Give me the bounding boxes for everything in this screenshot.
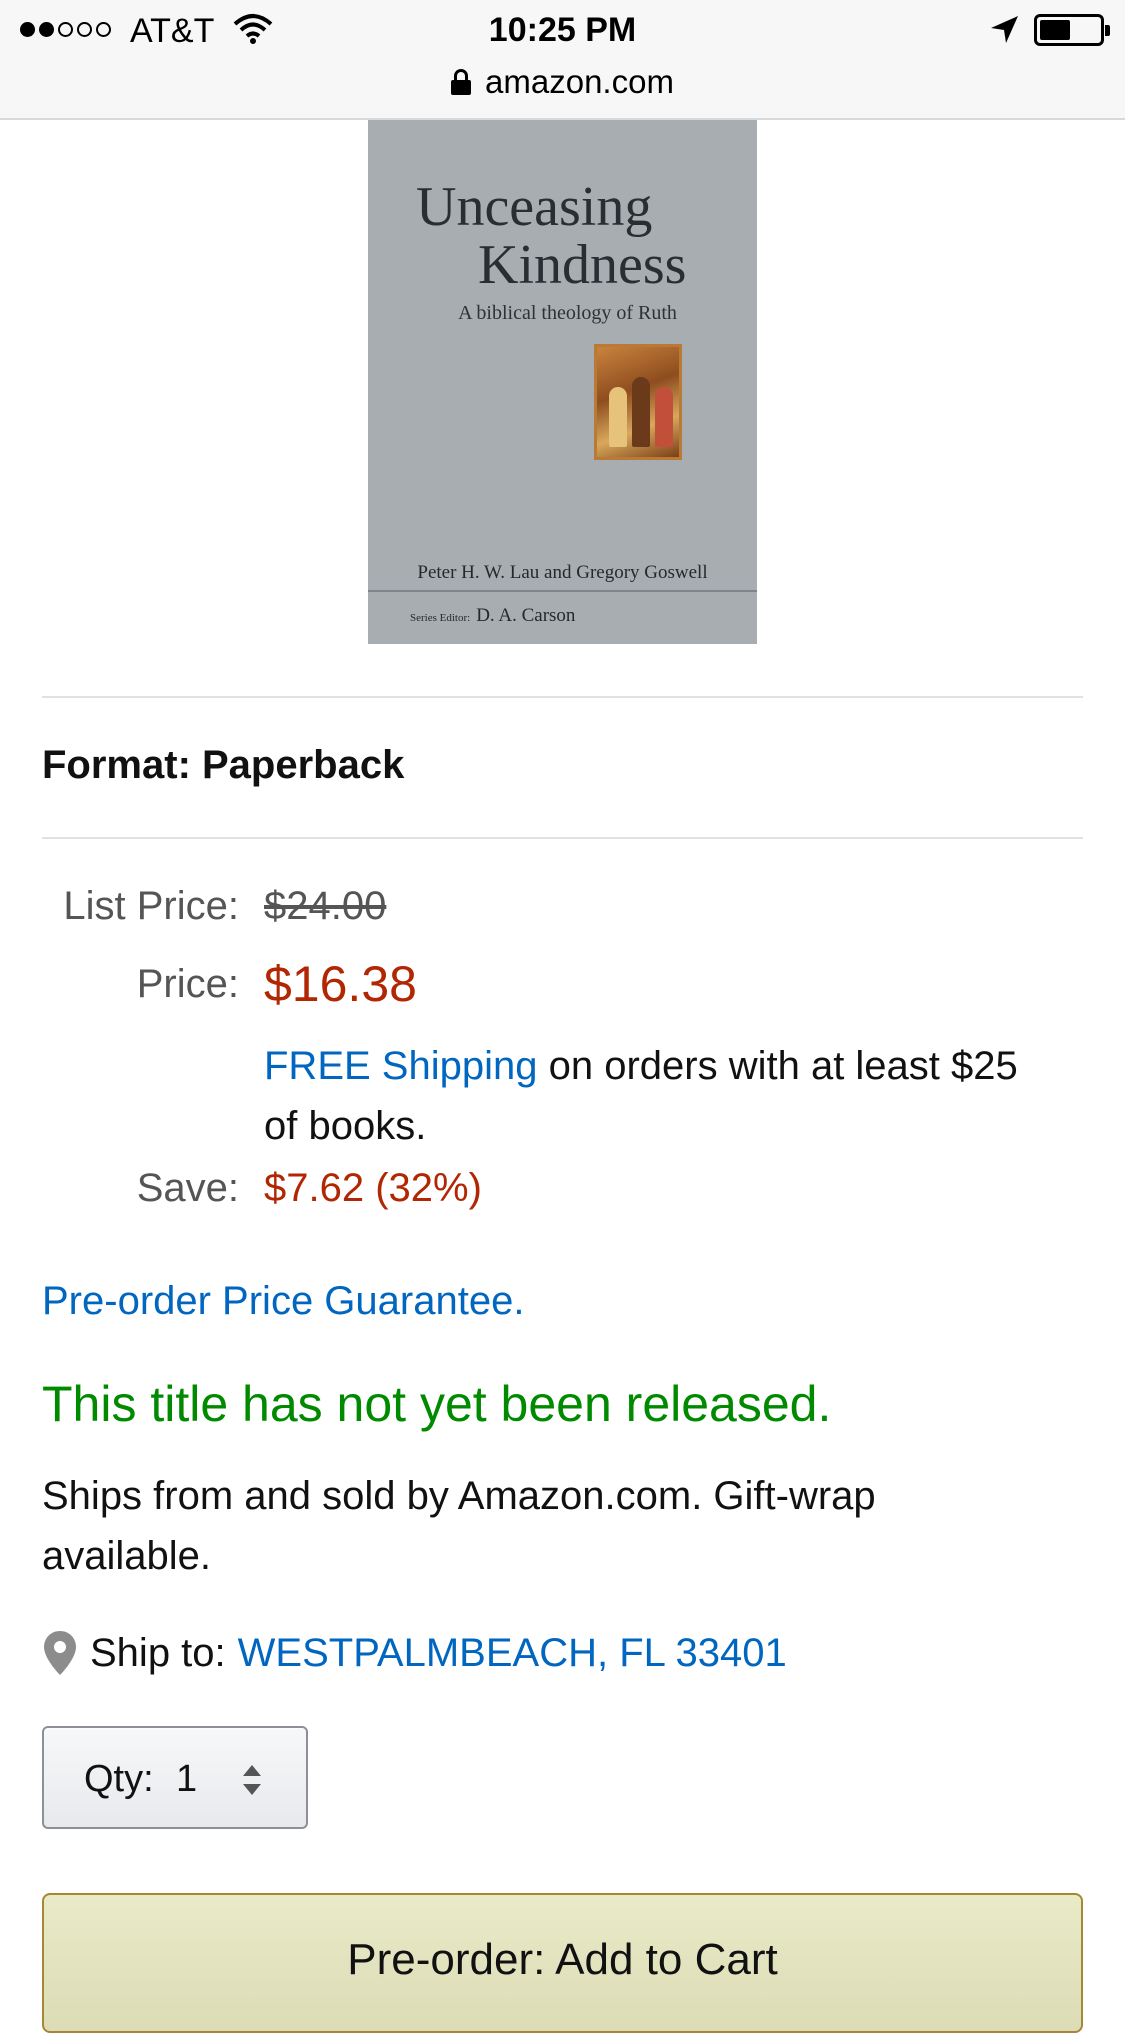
- battery-icon: [1034, 14, 1110, 46]
- cover-authors: Peter H. W. Lau and Gregory Goswell: [417, 562, 708, 583]
- product-image[interactable]: Unceasing Kindness A biblical theology o…: [368, 120, 757, 644]
- divider: [42, 696, 1083, 698]
- cover-painting: [594, 344, 682, 460]
- cover-title-line1: Unceasing: [416, 176, 653, 238]
- ship-to-location-link[interactable]: WESTPALMBEACH, FL 33401: [238, 1631, 787, 1676]
- quantity-select[interactable]: Qty: 1: [42, 1726, 308, 1829]
- quantity-label: Qty:: [84, 1758, 154, 1800]
- save-value: $7.62 (32%): [264, 1166, 482, 1210]
- price-value: $16.38: [264, 956, 417, 1012]
- cover-subtitle: A biblical theology of Ruth: [458, 302, 677, 324]
- location-arrow-icon: [991, 16, 1018, 43]
- shipping-info: FREE Shipping on orders with at least $2…: [264, 1036, 1054, 1156]
- cover-title: Unceasing Kindness: [416, 178, 716, 294]
- availability-message: This title has not yet been released.: [42, 1376, 832, 1432]
- price-label: Price:: [136, 962, 239, 1006]
- list-price-label: List Price:: [63, 884, 239, 928]
- free-shipping-link[interactable]: FREE Shipping: [264, 1044, 537, 1088]
- preorder-add-to-cart-button[interactable]: Pre-order: Add to Cart: [42, 1893, 1083, 2033]
- url-text: amazon.com: [485, 63, 674, 100]
- map-pin-icon: [44, 1631, 76, 1675]
- cover-series-editor-label: Series Editor:: [410, 612, 471, 624]
- lock-icon: [451, 69, 472, 95]
- format-label: Format: Paperback: [42, 743, 405, 787]
- address-bar[interactable]: amazon.com: [0, 60, 1125, 104]
- cover-series-editor: Series Editor: D. A. Carson: [410, 605, 575, 627]
- cover-series-editor-name: D. A. Carson: [476, 605, 576, 626]
- quantity-value: 1: [176, 1758, 198, 1800]
- cover-rule: [368, 590, 757, 592]
- preorder-price-guarantee-link[interactable]: Pre-order Price Guarantee.: [42, 1279, 524, 1324]
- browser-top-bar: AT&T 10:25 PM amazon.com: [0, 0, 1125, 120]
- cover-title-line2: Kindness: [478, 234, 687, 296]
- add-to-cart-label: Pre-order: Add to Cart: [347, 1935, 778, 1984]
- ship-to-label: Ship to:: [90, 1630, 226, 1675]
- list-price-value: $24.00: [264, 884, 387, 928]
- ships-from-text: Ships from and sold by Amazon.com. Gift-…: [42, 1474, 876, 1578]
- up-down-stepper-icon: [243, 1765, 261, 1795]
- status-bar: AT&T 10:25 PM: [0, 0, 1125, 62]
- divider: [42, 837, 1083, 839]
- status-time: 10:25 PM: [488, 11, 637, 49]
- save-label: Save:: [136, 1166, 239, 1210]
- ship-to-row[interactable]: Ship to: WESTPALMBEACH, FL 33401: [42, 1628, 787, 1678]
